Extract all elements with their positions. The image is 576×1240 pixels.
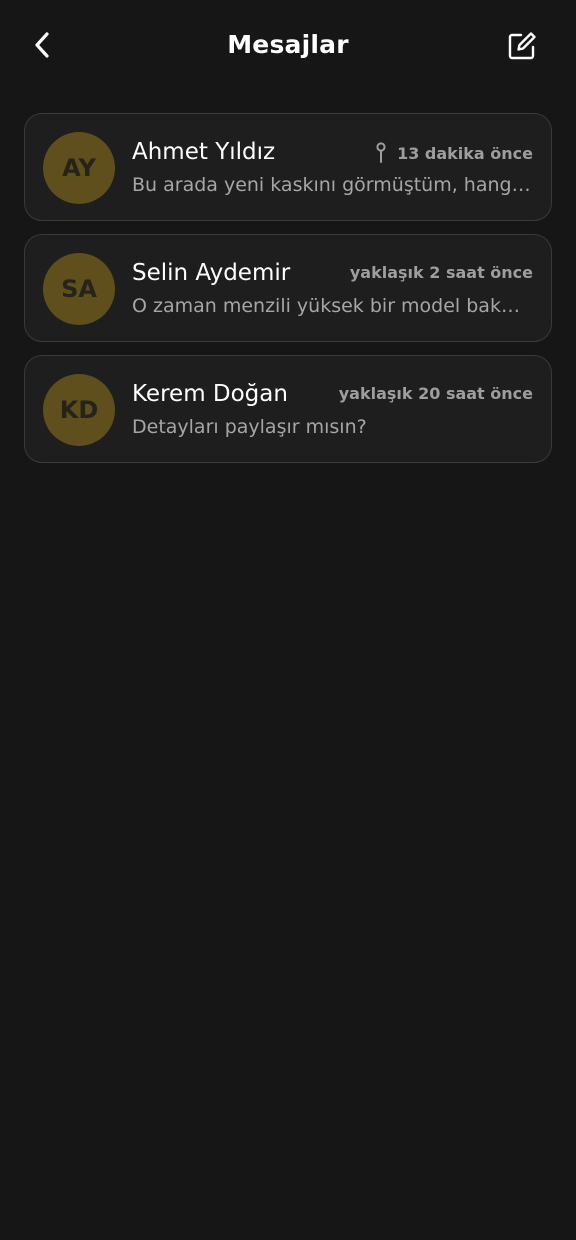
contact-name: Ahmet Yıldız <box>132 139 276 165</box>
message-time: 13 dakika önce <box>397 143 533 163</box>
message-preview: O zaman menzili yüksek bir model bakmalı… <box>132 295 532 317</box>
conversation-item[interactable]: KD Kerem Doğan yaklaşık 20 saat önce Det… <box>24 355 552 463</box>
message-preview: Bu arada yeni kaskını görmüştüm, hangi m… <box>132 174 532 196</box>
timestamp-group: 13 dakika önce <box>375 142 533 164</box>
header: Mesajlar <box>0 0 576 92</box>
conversation-list: AY Ahmet Yıldız 13 dakika önce Bu arada … <box>24 113 552 476</box>
contact-name: Kerem Doğan <box>132 381 288 407</box>
avatar: KD <box>43 374 115 446</box>
timestamp-group: yaklaşık 20 saat önce <box>339 384 533 403</box>
avatar: SA <box>43 253 115 325</box>
message-time: yaklaşık 20 saat önce <box>338 384 533 403</box>
message-time: yaklaşık 2 saat önce <box>349 263 533 282</box>
timestamp-group: yaklaşık 2 saat önce <box>350 263 533 282</box>
conversation-item[interactable]: AY Ahmet Yıldız 13 dakika önce Bu arada … <box>24 113 552 221</box>
conversation-item[interactable]: SA Selin Aydemir yaklaşık 2 saat önce O … <box>24 234 552 342</box>
pin-icon <box>375 142 387 164</box>
contact-name: Selin Aydemir <box>132 260 291 286</box>
compose-icon <box>508 32 536 60</box>
page-title: Mesajlar <box>227 30 349 59</box>
compose-button[interactable] <box>506 29 538 63</box>
message-preview: Detayları paylaşır mısın? <box>132 416 367 438</box>
avatar: AY <box>43 132 115 204</box>
